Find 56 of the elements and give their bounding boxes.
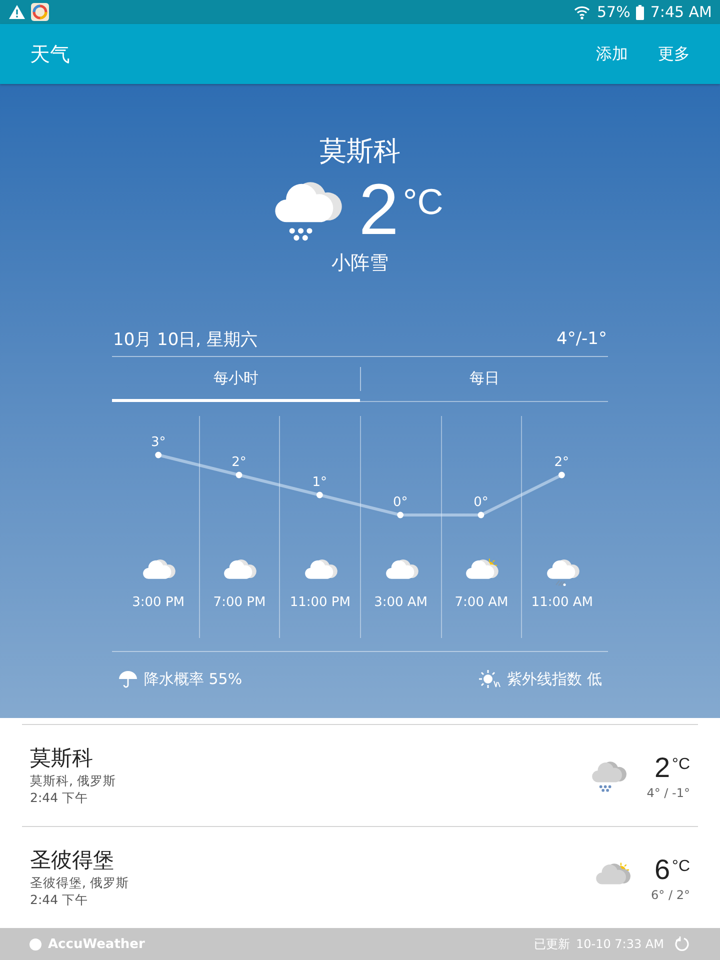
uv-index: 紫外线指数 低 bbox=[507, 670, 602, 688]
action-button[interactable]: 更多 bbox=[650, 40, 698, 68]
time-label: 7:00 PM bbox=[213, 595, 266, 610]
battery-icon bbox=[636, 4, 644, 20]
temperature: 2 bbox=[358, 170, 399, 250]
time-label: 11:00 AM bbox=[531, 595, 594, 610]
updated-time: 10-10 7:33 AM bbox=[576, 937, 664, 951]
time-label: 11:00 PM bbox=[290, 595, 350, 610]
tab[interactable]: 每日 bbox=[360, 357, 608, 402]
city-name: 莫斯科 bbox=[30, 745, 94, 772]
precipitation-chance: 降水概率 55% bbox=[144, 670, 242, 688]
temperature-value: 0° bbox=[392, 495, 408, 510]
temperature-value: 0° bbox=[474, 495, 488, 510]
data-point bbox=[558, 472, 565, 478]
time-label: 7:00 AM bbox=[454, 595, 508, 610]
temperature-range: 4° / -1° bbox=[646, 786, 690, 800]
temperature: 6 bbox=[654, 854, 670, 886]
temperature: 2 bbox=[654, 752, 670, 784]
action-button[interactable]: 添加 bbox=[588, 40, 636, 68]
city-region: 莫斯科, 俄罗斯 bbox=[30, 772, 117, 789]
temperature-value: 1° bbox=[312, 475, 328, 490]
data-point bbox=[316, 492, 323, 498]
data-point bbox=[478, 512, 484, 518]
refresh-icon[interactable] bbox=[674, 936, 690, 952]
clock-time: 7:45 AM bbox=[650, 3, 712, 21]
warning-icon bbox=[9, 5, 25, 19]
battery-percent: 57% bbox=[597, 3, 630, 21]
app-icon bbox=[31, 3, 49, 21]
time-label: 3:00 AM bbox=[374, 595, 428, 610]
temperature-unit: °C bbox=[672, 756, 690, 774]
updated-label: 已更新 bbox=[534, 936, 570, 952]
data-point bbox=[236, 472, 242, 478]
temperature-value: 2° bbox=[232, 455, 246, 470]
temperature-unit: °C bbox=[672, 858, 690, 876]
local-time: 2:44 下午 bbox=[30, 891, 90, 908]
brand-name: AccuWeather bbox=[48, 936, 146, 952]
temperature-value: 3° bbox=[150, 435, 166, 450]
weather-condition: 小阵雪 bbox=[332, 251, 388, 276]
temperature-unit: °C bbox=[402, 184, 444, 220]
temperature-value: 2° bbox=[554, 455, 570, 470]
data-point bbox=[155, 452, 162, 458]
time-label: 3:00 PM bbox=[132, 595, 185, 610]
city-region: 圣彼得堡, 俄罗斯 bbox=[30, 874, 130, 891]
tab[interactable]: 每小时 bbox=[112, 357, 360, 402]
sun-logo-icon bbox=[29, 938, 42, 950]
uv-sun-icon bbox=[479, 669, 502, 689]
temperature-range: 4°/-1° bbox=[556, 329, 607, 349]
wifi-icon bbox=[573, 4, 591, 20]
city-name: 圣彼得堡 bbox=[30, 847, 115, 874]
app-title: 天气 bbox=[30, 40, 71, 68]
data-point bbox=[397, 512, 404, 518]
umbrella-icon bbox=[118, 669, 138, 689]
temperature-range: 6° / 2° bbox=[651, 888, 690, 902]
date-label: 10月 10日, 星期六 bbox=[113, 328, 258, 350]
local-time: 2:44 下午 bbox=[30, 789, 90, 806]
city-name: 莫斯科 bbox=[320, 135, 400, 169]
